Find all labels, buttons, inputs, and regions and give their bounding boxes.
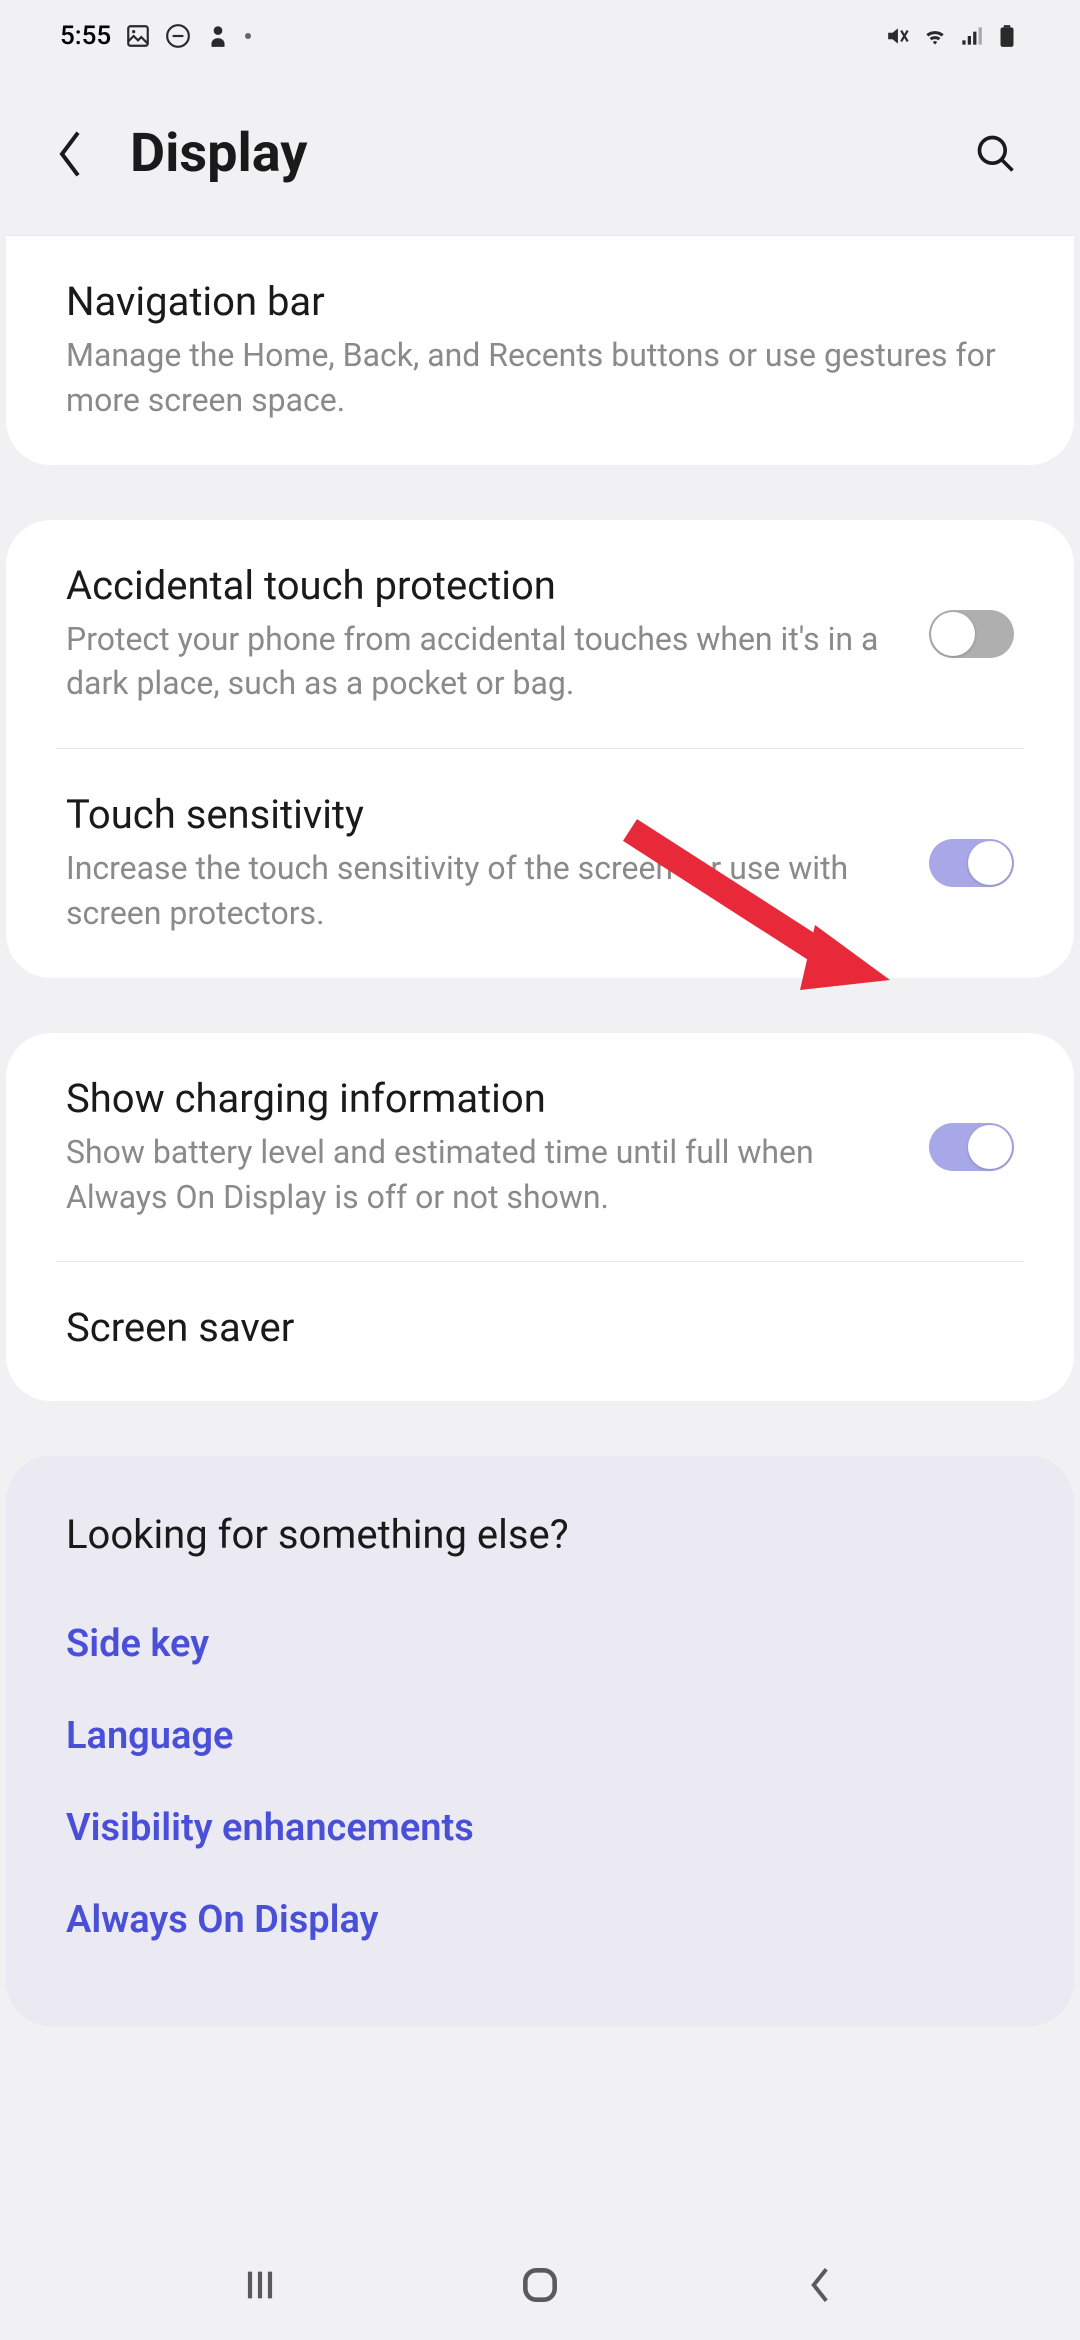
link-language[interactable]: Language	[66, 1690, 1014, 1782]
setting-desc: Protect your phone from accidental touch…	[66, 617, 899, 707]
link-visibility[interactable]: Visibility enhancements	[66, 1782, 1014, 1874]
settings-card-display: Show charging information Show battery l…	[6, 1033, 1074, 1402]
settings-card-touch: Accidental touch protection Protect your…	[6, 520, 1074, 978]
accidental-touch-toggle[interactable]	[929, 610, 1014, 658]
home-icon	[518, 2263, 562, 2307]
dnd-icon	[165, 23, 191, 49]
link-aod[interactable]: Always On Display	[66, 1874, 1014, 1966]
search-button[interactable]	[972, 130, 1020, 178]
setting-title: Show charging information	[66, 1075, 899, 1122]
wifi-icon	[922, 23, 948, 49]
status-left: 5:55	[60, 21, 251, 51]
person-icon	[205, 23, 231, 49]
back-icon	[804, 2263, 836, 2307]
setting-title: Screen saver	[66, 1304, 1014, 1351]
mute-vibrate-icon	[886, 23, 912, 49]
setting-content: Navigation bar Manage the Home, Back, an…	[66, 278, 1014, 423]
signal-icon	[958, 23, 984, 49]
setting-charging-info[interactable]: Show charging information Show battery l…	[6, 1033, 1074, 1262]
setting-navigation-bar[interactable]: Navigation bar Manage the Home, Back, an…	[6, 235, 1074, 465]
setting-desc: Show battery level and estimated time un…	[66, 1130, 899, 1220]
looking-title: Looking for something else?	[66, 1511, 1014, 1558]
charging-info-toggle[interactable]	[929, 1123, 1014, 1171]
setting-desc: Increase the touch sensitivity of the sc…	[66, 846, 899, 936]
link-side-key[interactable]: Side key	[66, 1598, 1014, 1690]
recents-icon	[240, 2265, 280, 2305]
status-dot-icon	[245, 33, 251, 39]
image-icon	[125, 23, 151, 49]
status-time: 5:55	[60, 21, 111, 51]
search-icon	[974, 132, 1018, 176]
status-right	[886, 23, 1020, 49]
looking-for-card: Looking for something else? Side key Lan…	[6, 1456, 1074, 2026]
nav-recents-button[interactable]	[230, 2255, 290, 2315]
setting-title: Navigation bar	[66, 278, 1014, 325]
chevron-left-icon	[56, 130, 84, 178]
setting-title: Touch sensitivity	[66, 791, 899, 838]
touch-sensitivity-toggle[interactable]	[929, 839, 1014, 887]
settings-card-navigation: Navigation bar Manage the Home, Back, an…	[6, 235, 1074, 465]
back-button[interactable]	[50, 124, 90, 184]
setting-screen-saver[interactable]: Screen saver	[56, 1261, 1024, 1401]
setting-title: Accidental touch protection	[66, 562, 899, 609]
setting-accidental-touch[interactable]: Accidental touch protection Protect your…	[6, 520, 1074, 749]
status-bar: 5:55	[0, 0, 1080, 72]
setting-desc: Manage the Home, Back, and Recents butto…	[66, 333, 1014, 423]
setting-content: Accidental touch protection Protect your…	[66, 562, 899, 707]
navigation-bar	[0, 2230, 1080, 2340]
page-title: Display	[130, 122, 932, 185]
setting-content: Show charging information Show battery l…	[66, 1075, 899, 1220]
page-header: Display	[0, 72, 1080, 235]
setting-content: Screen saver	[66, 1304, 1014, 1359]
setting-touch-sensitivity[interactable]: Touch sensitivity Increase the touch sen…	[56, 748, 1024, 978]
battery-icon	[994, 23, 1020, 49]
setting-content: Touch sensitivity Increase the touch sen…	[66, 791, 899, 936]
nav-back-button[interactable]	[790, 2255, 850, 2315]
nav-home-button[interactable]	[510, 2255, 570, 2315]
